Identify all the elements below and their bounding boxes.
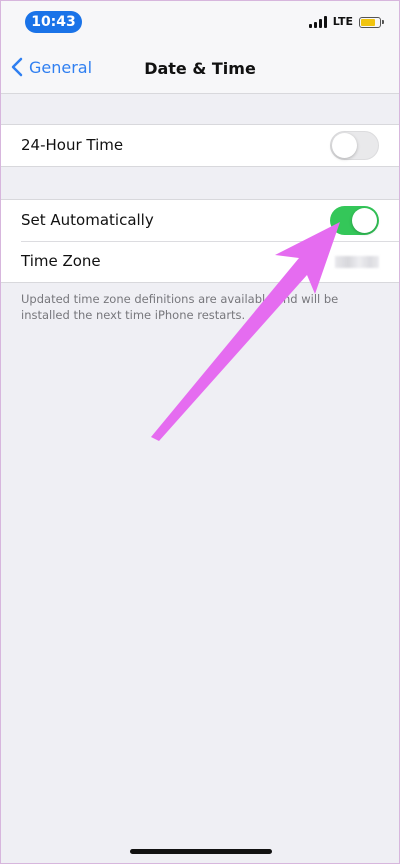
status-bar: 10:43 LTE (1, 1, 399, 45)
toggle-knob (332, 133, 357, 158)
status-indicators: LTE (308, 14, 384, 30)
status-time: 10:43 (25, 11, 82, 33)
navigation-bar: General Date & Time (1, 45, 399, 94)
network-label: LTE (332, 15, 353, 28)
time-zone-footnote: Updated time zone definitions are availa… (21, 292, 339, 322)
set-automatically-toggle[interactable] (330, 206, 379, 235)
group-24-hour: 24-Hour Time (1, 124, 399, 167)
row-label-time-zone: Time Zone (21, 252, 101, 270)
24-hour-time-toggle[interactable] (330, 131, 379, 160)
row-label-set-automatically: Set Automatically (21, 211, 154, 229)
toggle-knob (352, 208, 377, 233)
row-set-automatically: Set Automatically (1, 200, 399, 241)
row-24-hour-time: 24-Hour Time (1, 125, 399, 166)
row-time-zone[interactable]: Time Zone (1, 241, 399, 282)
home-indicator (130, 849, 272, 854)
time-zone-value-blurred (335, 256, 379, 268)
signal-icon (308, 16, 327, 28)
battery-icon (359, 16, 384, 28)
row-label-24-hour-time: 24-Hour Time (21, 136, 124, 154)
page-title: Date & Time (144, 59, 256, 78)
phone-screen: 10:43 LTE General Date & Time 24-Hour Ti… (0, 0, 400, 864)
group-automatic: Set Automatically Time Zone (1, 199, 399, 283)
